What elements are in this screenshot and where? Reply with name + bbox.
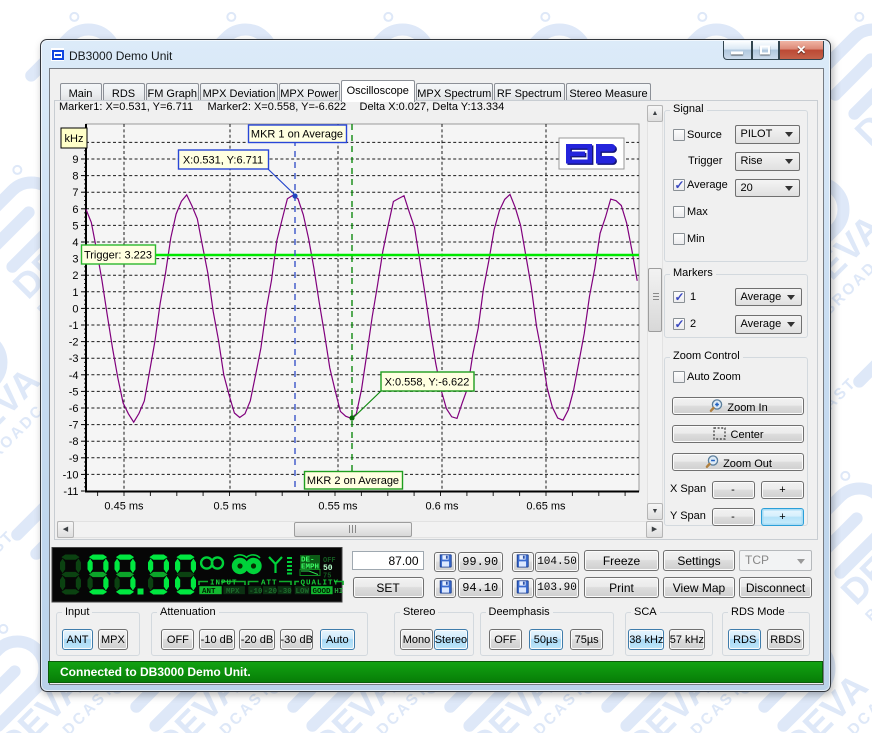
svg-text:HI: HI: [334, 588, 343, 596]
svg-text:MPX: MPX: [226, 588, 240, 596]
svg-text:-20: -20: [264, 588, 278, 596]
svg-text:GOOD: GOOD: [313, 588, 332, 596]
svg-text:ANT: ANT: [202, 588, 216, 596]
svg-text:EMPH: EMPH: [301, 564, 319, 572]
svg-text:-10: -10: [249, 588, 263, 596]
svg-text:-30: -30: [278, 588, 292, 596]
svg-text:LOW: LOW: [296, 588, 310, 596]
